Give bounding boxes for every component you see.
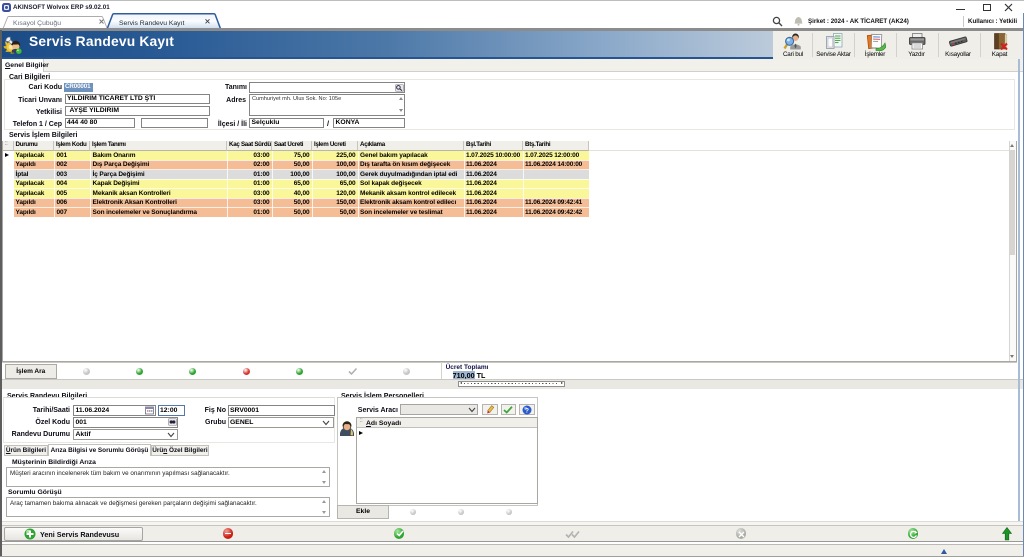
svg-text:Servis Randevu Kayıt: Servis Randevu Kayıt <box>119 20 184 27</box>
svg-text:Kısayol Çubuğu: Kısayol Çubuğu <box>13 20 61 27</box>
svg-text:?: ? <box>525 407 529 414</box>
